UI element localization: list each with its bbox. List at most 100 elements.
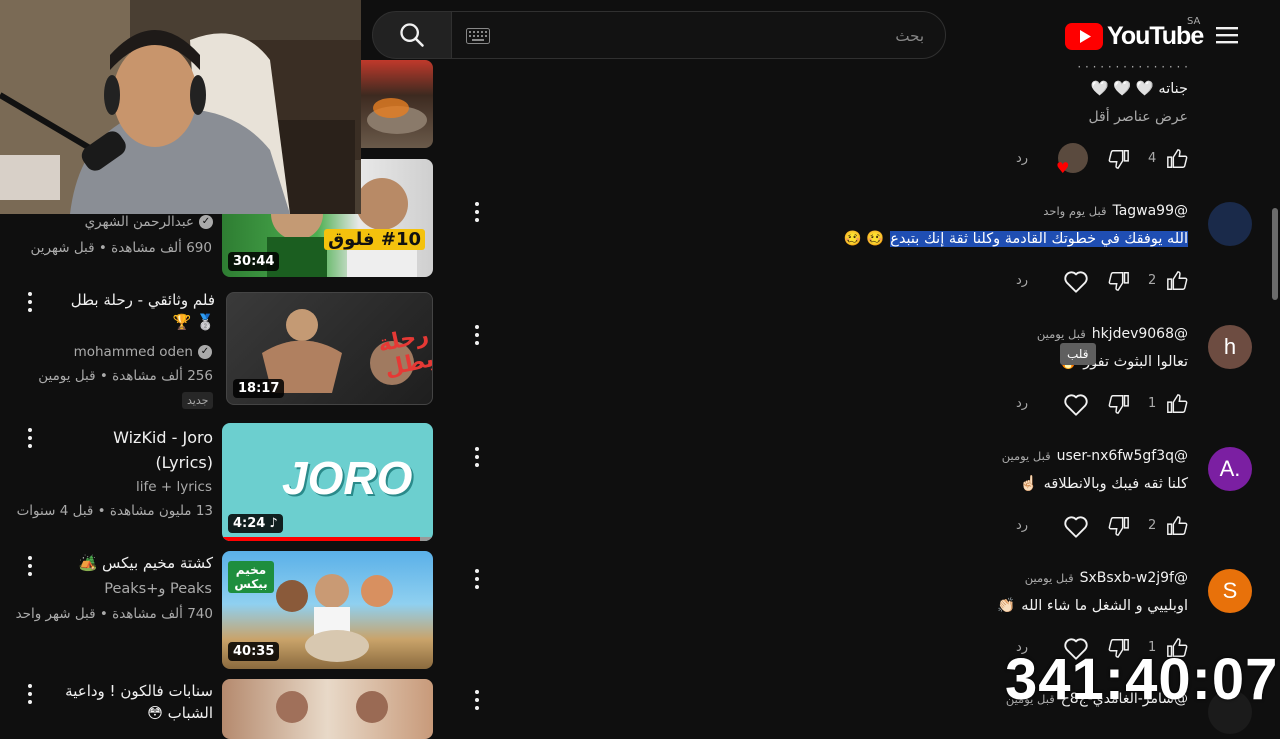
scrollbar-thumb[interactable] — [1272, 208, 1278, 300]
new-badge: جديد — [182, 392, 214, 409]
video-meta: 256 ألف مشاهدة • قبل يومين — [38, 368, 213, 384]
dislike-button[interactable] — [1108, 148, 1130, 174]
comment-more-icon[interactable] — [474, 690, 480, 710]
commenter-avatar[interactable] — [1208, 202, 1252, 246]
comment-header: @Tagwa99 قبل يوم واحد — [1043, 203, 1188, 219]
thumbnail-caption: JORO — [282, 452, 413, 504]
video-duration: 4:24 ♪ — [228, 514, 283, 533]
thumbs-down-icon — [1108, 150, 1129, 169]
thumbnail-art — [367, 98, 427, 134]
dislike-button[interactable] — [1108, 270, 1130, 296]
video-thumbnail[interactable] — [361, 60, 433, 148]
video-title[interactable]: WizKid - Joro (Lyrics) — [55, 425, 213, 475]
comment-emoji: 👏🏻 — [997, 598, 1016, 614]
thumbnail-art — [276, 691, 388, 723]
search-icon — [400, 23, 424, 47]
more-actions-icon[interactable] — [27, 292, 33, 312]
hamburger-menu-icon[interactable] — [1214, 23, 1240, 47]
commenter-avatar[interactable]: A. — [1208, 447, 1252, 491]
thumbnail-caption: مخيم بيكس — [228, 561, 274, 593]
video-duration: 18:17 — [233, 379, 285, 398]
reply-button[interactable]: رد — [1016, 518, 1028, 533]
heart-button[interactable] — [1063, 270, 1089, 298]
comment-more-icon[interactable] — [474, 325, 480, 345]
thumbs-down-icon — [1108, 517, 1129, 536]
video-duration: 30:44 — [228, 252, 280, 271]
comment-more-icon[interactable] — [474, 447, 480, 467]
like-button[interactable] — [1166, 270, 1188, 296]
webcam-scene — [0, 0, 361, 214]
dislike-button[interactable] — [1108, 393, 1130, 419]
comment-author[interactable]: @SxBsxb-w2j9f — [1080, 570, 1188, 586]
cropped-comment-text: · · · · · · · · · · · · · · · — [1077, 60, 1188, 70]
comment-author[interactable]: @Tagwa99 — [1112, 203, 1188, 219]
comment-author[interactable]: @user-nx6fw5gf3q — [1057, 448, 1188, 464]
search-input[interactable] — [502, 22, 926, 50]
video-meta: 740 ألف مشاهدة • قبل شهر واحد — [15, 606, 213, 622]
more-actions-icon[interactable] — [27, 556, 33, 576]
comment-header: @SxBsxb-w2j9f قبل يومين — [1025, 570, 1188, 586]
heart-tooltip: قلب — [1060, 343, 1096, 365]
thumbs-up-icon — [1167, 516, 1188, 535]
video-meta: 690 ألف مشاهدة • قبل شهرين — [30, 240, 212, 256]
like-button[interactable] — [1166, 148, 1188, 174]
show-less-link[interactable]: عرض عناصر أقل — [1088, 109, 1188, 125]
comment-author[interactable]: @hkjdev9068 — [1092, 326, 1188, 342]
comment-time[interactable]: قبل يومين — [1037, 327, 1086, 341]
thumbs-up-icon — [1167, 149, 1188, 168]
comment-time[interactable]: قبل يوم واحد — [1043, 204, 1106, 218]
like-button[interactable] — [1166, 515, 1188, 541]
thumbs-down-icon — [1108, 272, 1129, 291]
video-title[interactable]: فلم وثائقي - رحلة بطل 🥈 🏆 — [55, 289, 215, 333]
search-button[interactable] — [372, 11, 452, 59]
like-button[interactable] — [1166, 393, 1188, 419]
comment-time[interactable]: قبل يومين — [1025, 571, 1074, 585]
heart-outline-icon — [1064, 394, 1088, 416]
creator-heart-badge: ♥ — [1056, 143, 1092, 177]
video-thumbnail[interactable]: مخيم بيكس 40:35 — [222, 551, 433, 669]
dislike-button[interactable] — [1108, 515, 1130, 541]
comment-body: الله يوفقك في خطوتك القادمة وكلنا ثقة إن… — [844, 230, 1188, 247]
channel-name[interactable]: Peaks و+Peaks — [104, 579, 212, 599]
video-title[interactable]: كشتة مخيم بيكس 🏕️ — [55, 552, 213, 574]
search-field[interactable] — [451, 11, 946, 59]
more-actions-icon[interactable] — [27, 684, 33, 704]
heart-outline-icon — [1064, 271, 1088, 293]
keyboard-icon[interactable] — [466, 28, 490, 44]
comment-header: @user-nx6fw5gf3q قبل يومين — [1002, 448, 1188, 464]
comment-header: @hkjdev9068 قبل يومين — [1037, 326, 1188, 342]
comment-text: جناته 🤍 🤍 🤍 — [1090, 81, 1188, 97]
webcam-overlay — [0, 0, 361, 214]
comment-time[interactable]: قبل يومين — [1002, 449, 1051, 463]
heart-button[interactable] — [1063, 515, 1089, 543]
video-title[interactable]: سنابات فالكون ! وداعية الشباب 😳 — [55, 680, 213, 724]
like-count: 4 — [1148, 151, 1157, 166]
channel-name[interactable]: life + lyrics — [136, 477, 212, 497]
comment-body: كلنا ثقه فيبك وبالانطلاقه ☝🏻 — [1019, 475, 1188, 493]
thumbs-down-icon — [1108, 395, 1129, 414]
comment-more-icon[interactable] — [474, 569, 480, 589]
music-note-icon: ♪ — [269, 516, 278, 531]
thumbs-up-icon — [1167, 394, 1188, 413]
commenter-avatar[interactable]: h — [1208, 325, 1252, 369]
comment-more-icon[interactable] — [474, 202, 480, 222]
video-thumbnail[interactable]: رحلة بطل 18:17 — [226, 292, 433, 405]
comment-text: اوبلييي و الشغل ما شاء الله — [1021, 597, 1188, 614]
reply-button[interactable]: رد — [1016, 273, 1028, 288]
youtube-logo[interactable]: YouTube — [1065, 22, 1204, 50]
verified-icon: ✓ — [198, 345, 212, 359]
region-code: SA — [1187, 16, 1201, 27]
channel-name[interactable]: ✓ mohammed oden — [74, 342, 212, 362]
reply-button[interactable]: رد — [1016, 151, 1028, 166]
comment-body: اوبلييي و الشغل ما شاء الله 👏🏻 — [997, 597, 1188, 615]
thumbs-up-icon — [1167, 271, 1188, 290]
commenter-avatar[interactable]: S — [1208, 569, 1252, 613]
more-actions-icon[interactable] — [27, 428, 33, 448]
heart-button[interactable] — [1063, 393, 1089, 421]
comment-emoji: 🥴 🥴 — [843, 231, 885, 247]
video-thumbnail[interactable]: JORO 4:24 ♪ — [222, 423, 433, 541]
video-thumbnail[interactable] — [222, 679, 433, 739]
comment-emoji: ☝🏻 — [1019, 476, 1038, 492]
channel-name[interactable]: ✓ عبدالرحمن الشهري — [85, 212, 213, 232]
reply-button[interactable]: رد — [1016, 396, 1028, 411]
